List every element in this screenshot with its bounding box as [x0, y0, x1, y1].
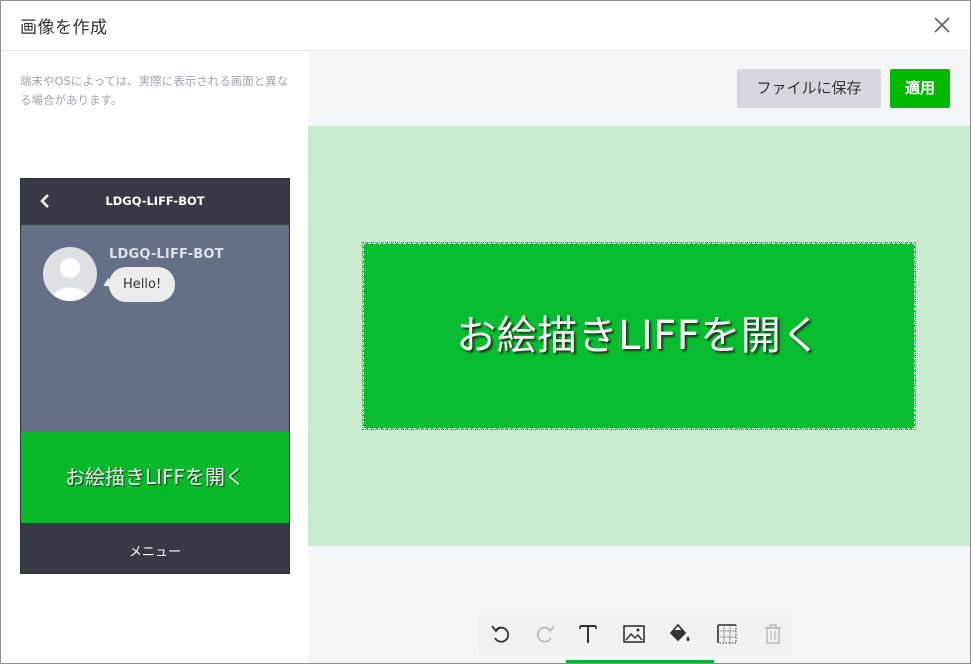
canvas-text[interactable]: お絵描きLIFFを開く [364, 303, 914, 361]
chat-area: LDGQ-LIFF-BOT Hello! [21, 225, 289, 432]
rich-menu-preview: お絵描きLIFFを開く [21, 432, 289, 523]
redo-icon[interactable] [532, 621, 558, 647]
sender-name: LDGQ-LIFF-BOT [109, 247, 224, 262]
grid-icon[interactable] [714, 621, 740, 647]
menu-label: メニュー [128, 545, 181, 560]
phone-preview: LDGQ-LIFF-BOT LDGQ-LIFF-BOT Hello! お絵描きL… [20, 178, 290, 574]
preview-note: 端末やOSによっては、実際に表示される画面と異なる場合があります。 [20, 74, 289, 107]
rich-menu-image-selection[interactable]: お絵描きLIFFを開く [362, 242, 916, 430]
preview-panel: 端末やOSによっては、実際に表示される画面と異なる場合があります。 LDGQ-L… [1, 52, 308, 663]
text-icon[interactable] [575, 621, 601, 647]
editor-toolbar [478, 612, 792, 656]
image-icon[interactable] [621, 621, 647, 647]
undo-icon[interactable] [488, 621, 514, 647]
apply-button[interactable]: 適用 [890, 69, 950, 108]
message-bubble: Hello! [109, 267, 176, 302]
dialog-header: 画像を作成 [1, 1, 970, 51]
editor-panel: ファイルに保存 適用 お絵描きLIFFを開く [308, 52, 970, 663]
close-icon[interactable] [932, 15, 952, 35]
trash-icon[interactable] [760, 621, 786, 647]
create-image-dialog: 画像を作成 端末やOSによっては、実際に表示される画面と異なる場合があります。 … [0, 0, 971, 664]
avatar-icon [43, 247, 97, 301]
phone-bot-name: LDGQ-LIFF-BOT [105, 194, 205, 208]
rich-menu-preview-text: お絵描きLIFFを開く [64, 465, 246, 489]
save-to-file-button[interactable]: ファイルに保存 [737, 69, 881, 108]
dialog-title: 画像を作成 [20, 18, 108, 38]
menu-bar: メニュー [21, 523, 289, 573]
phone-header: LDGQ-LIFF-BOT [21, 179, 289, 225]
editor-canvas[interactable]: お絵描きLIFFを開く [308, 126, 970, 546]
fill-icon[interactable] [667, 621, 693, 647]
scroll-indicator [566, 660, 714, 663]
